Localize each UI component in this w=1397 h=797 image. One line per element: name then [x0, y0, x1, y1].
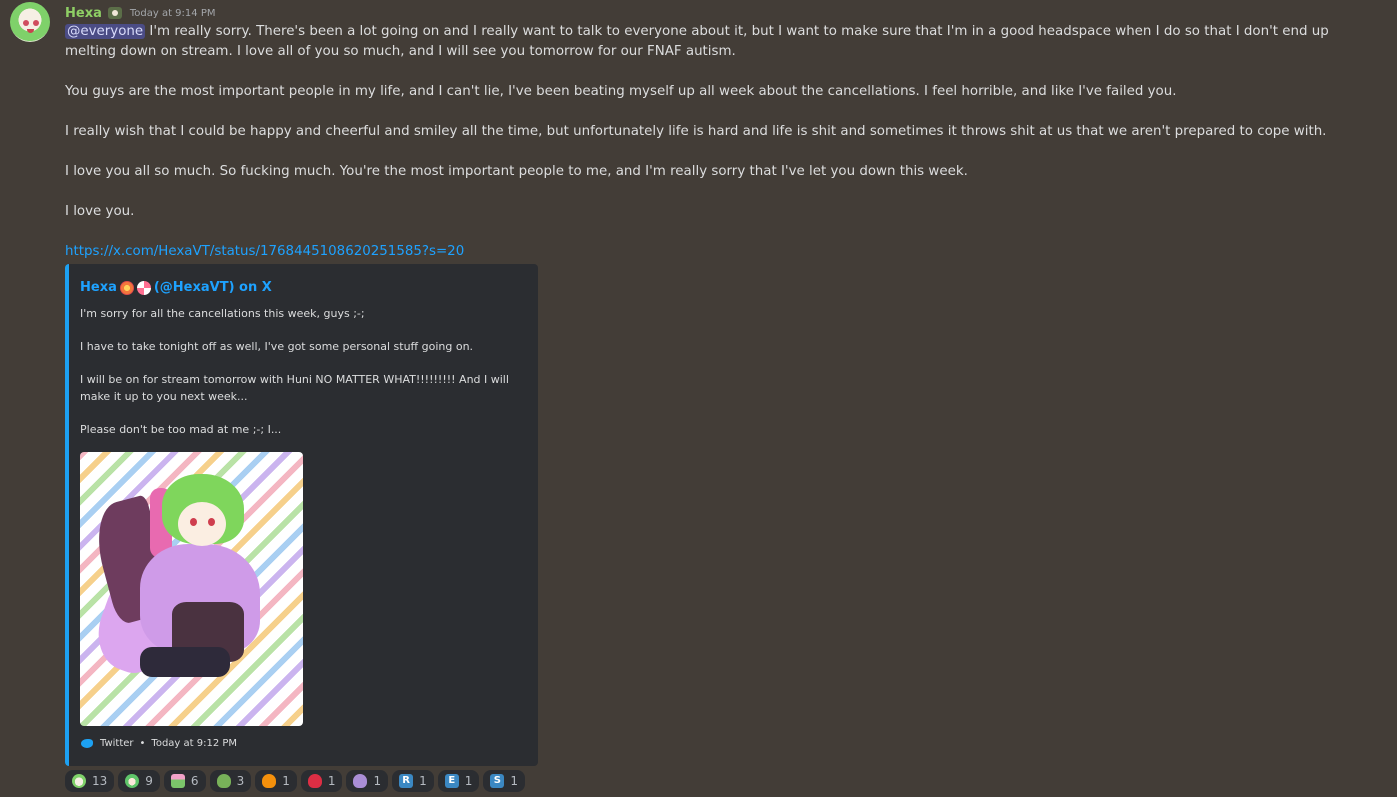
lollipop-icon: [119, 280, 134, 295]
reaction-count: 1: [464, 774, 473, 788]
purple-heart-icon: [353, 774, 368, 788]
reaction-count: 1: [327, 774, 336, 788]
hexa-face-emoji-icon: [72, 774, 86, 788]
message-timestamp[interactable]: Today at 9:14 PM: [130, 8, 216, 19]
chat-message: Hexa Today at 9:14 PM @everyone I'm real…: [0, 0, 1397, 797]
reaction-red-heart[interactable]: 1: [300, 770, 343, 792]
message-content: Hexa Today at 9:14 PM @everyone I'm real…: [65, 4, 1355, 792]
pinwheel-icon: [136, 280, 151, 295]
embed-description: I'm sorry for all the cancellations this…: [80, 306, 530, 455]
tweet-link[interactable]: https://x.com/HexaVT/status/176844510862…: [65, 242, 1355, 262]
embed-footer: Twitter • Today at 9:12 PM: [80, 736, 237, 750]
reaction-green-heart[interactable]: 3: [209, 770, 252, 792]
embed-description-line: I'm sorry for all the cancellations this…: [80, 307, 365, 320]
username[interactable]: Hexa: [65, 6, 102, 21]
reaction-letter-e[interactable]: E 1: [437, 770, 480, 792]
reaction-count: 13: [92, 774, 108, 788]
reaction-count: 1: [282, 774, 290, 788]
reaction-count: 1: [373, 774, 382, 788]
embed-footer-source: Twitter: [100, 737, 134, 749]
embed-footer-time: Today at 9:12 PM: [151, 737, 238, 749]
everyone-mention[interactable]: @everyone: [65, 24, 146, 39]
twitter-icon: [80, 736, 94, 750]
reaction-flower-pot[interactable]: 6: [163, 770, 206, 792]
reaction-count: 1: [510, 774, 519, 788]
regional-indicator-r-icon: R: [399, 774, 414, 788]
reaction-hexa-chibi[interactable]: 9: [118, 770, 160, 792]
reaction-orange-heart[interactable]: 1: [255, 770, 297, 792]
reaction-letter-s[interactable]: S 1: [483, 770, 526, 792]
image-eye: [190, 518, 197, 526]
reaction-count: 9: [145, 774, 153, 788]
role-icon[interactable]: [106, 5, 124, 21]
message-body: @everyone I'm really sorry. There's been…: [65, 22, 1355, 262]
orange-heart-icon: [262, 774, 277, 788]
avatar-mouth: [27, 29, 34, 33]
user-avatar[interactable]: [10, 2, 50, 42]
tweet-embed: Hexa (@HexaVT) on X I'm sorry for all th…: [65, 264, 538, 766]
reactions-bar: 13 9 6 3 1 1 1 R 1 E 1 S 1: [65, 770, 526, 792]
paragraph-text: I'm really sorry. There's been a lot goi…: [65, 24, 1329, 59]
avatar-eye-right: [33, 20, 39, 26]
embed-author[interactable]: Hexa (@HexaVT) on X: [80, 280, 272, 295]
image-legs: [140, 647, 230, 677]
green-heart-icon: [216, 774, 231, 788]
reaction-count: 1: [419, 774, 427, 788]
flower-pot-emoji-icon: [170, 774, 185, 788]
reaction-purple-heart[interactable]: 1: [346, 770, 389, 792]
embed-image[interactable]: [80, 452, 303, 726]
message-paragraph-3: I really wish that I could be happy and …: [65, 124, 1327, 139]
regional-indicator-e-icon: E: [444, 774, 459, 788]
reaction-count: 6: [190, 774, 199, 788]
reaction-letter-r[interactable]: R 1: [392, 770, 434, 792]
hexa-chibi-emoji-icon: [125, 774, 140, 788]
embed-footer-separator: •: [139, 737, 146, 749]
message-header: Hexa Today at 9:14 PM: [65, 4, 1355, 22]
embed-description-line: I have to take tonight off as well, I've…: [80, 340, 474, 353]
embed-description-line: I will be on for stream tomorrow with Hu…: [80, 373, 509, 403]
regional-indicator-s-icon: S: [490, 774, 505, 788]
red-heart-icon: [307, 774, 322, 788]
reaction-hexa-face[interactable]: 13: [65, 770, 115, 792]
embed-description-line: Please don't be too mad at me ;-; I...: [80, 422, 282, 436]
image-eye: [208, 518, 215, 526]
embed-author-handle: (@HexaVT) on X: [153, 280, 272, 295]
message-paragraph-4: I love you all so much. So fucking much.…: [65, 164, 968, 179]
avatar-eye-left: [23, 20, 29, 26]
reaction-count: 3: [236, 774, 245, 788]
embed-author-name: Hexa: [80, 280, 117, 295]
image-face: [178, 502, 226, 546]
message-paragraph-5: I love you.: [65, 204, 135, 219]
message-paragraph-1: @everyone I'm really sorry. There's been…: [65, 22, 1355, 62]
message-paragraph-2: You guys are the most important people i…: [65, 84, 1177, 99]
